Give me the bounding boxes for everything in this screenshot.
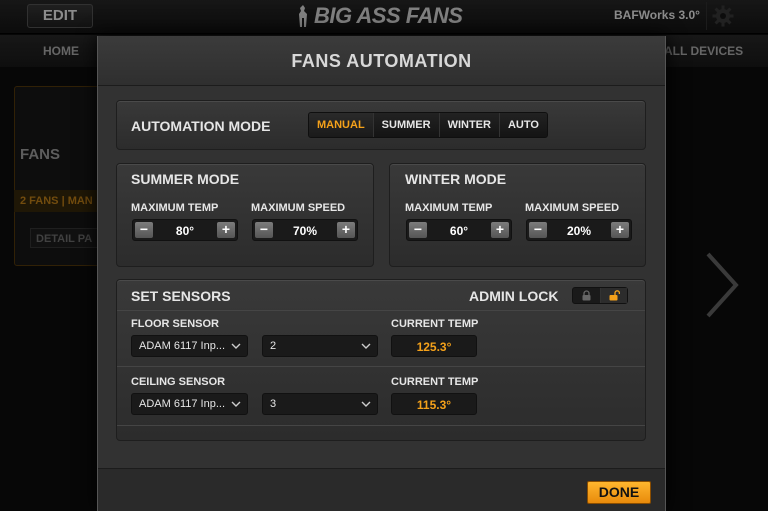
screen: EDIT BIG ASS FANS BAFWorks 3.0° HOME ALL… (0, 0, 768, 511)
winter-mode-title: WINTER MODE (405, 171, 507, 187)
winter-max-temp-decrement[interactable]: − (409, 222, 427, 238)
winter-max-speed-stepper: − 20% + (526, 219, 632, 241)
winter-max-temp-stepper: − 60° + (406, 219, 512, 241)
admin-lock-label: ADMIN LOCK (469, 288, 559, 304)
fans-automation-modal: FANS AUTOMATION AUTOMATION MODE MANUAL S… (97, 36, 666, 511)
chevron-down-icon (361, 343, 371, 349)
automation-mode-label: AUTOMATION MODE (131, 118, 271, 134)
winter-max-temp-label: MAXIMUM TEMP (405, 202, 493, 214)
ceiling-sensor-label: CEILING SENSOR (131, 376, 226, 388)
mode-option-summer[interactable]: SUMMER (373, 113, 440, 137)
winter-max-speed-value: 20% (566, 224, 592, 238)
summer-max-temp-decrement[interactable]: − (135, 222, 153, 238)
floor-sensor-channel-select[interactable]: 2 (262, 335, 378, 357)
winter-max-temp-value: 60° (449, 224, 469, 238)
unlock-icon (609, 290, 620, 301)
lock-icon (582, 290, 591, 301)
modal-title: FANS AUTOMATION (291, 51, 472, 71)
ceiling-sensor-device-value: ADAM 6117 Inp... (139, 398, 226, 410)
ceiling-current-temp-value: 115.3° (416, 398, 452, 412)
floor-sensor-device-select[interactable]: ADAM 6117 Inp... (131, 335, 248, 357)
ceiling-sensor-channel-select[interactable]: 3 (262, 393, 378, 415)
summer-max-speed-stepper: − 70% + (252, 219, 358, 241)
summer-max-speed-increment[interactable]: + (337, 222, 355, 238)
floor-current-temp-label: CURRENT TEMP (391, 318, 479, 330)
summer-max-temp-increment[interactable]: + (217, 222, 235, 238)
ceiling-current-temp-box: 115.3° (391, 393, 477, 415)
summer-max-speed-label: MAXIMUM SPEED (251, 202, 346, 214)
sensors-header-divider (117, 310, 645, 311)
floor-sensor-device-value: ADAM 6117 Inp... (139, 340, 226, 352)
summer-max-speed-decrement[interactable]: − (255, 222, 273, 238)
summer-max-temp-label: MAXIMUM TEMP (131, 202, 219, 214)
summer-mode-title: SUMMER MODE (131, 171, 240, 187)
sensor-row-divider (117, 366, 645, 367)
summer-max-temp-value: 80° (175, 224, 195, 238)
admin-lock-toggle[interactable] (572, 287, 628, 304)
lock-option-unlocked[interactable] (600, 288, 627, 303)
chevron-down-icon (361, 401, 371, 407)
ceiling-sensor-channel-value: 3 (270, 398, 277, 410)
lock-option-locked[interactable] (573, 288, 600, 303)
floor-sensor-label: FLOOR SENSOR (131, 318, 220, 330)
mode-option-manual[interactable]: MANUAL (309, 113, 374, 137)
chevron-down-icon (231, 401, 241, 407)
modal-footer: DONE (98, 468, 665, 511)
chevron-down-icon (231, 343, 241, 349)
mode-option-auto[interactable]: AUTO (499, 113, 547, 137)
winter-max-speed-increment[interactable]: + (611, 222, 629, 238)
ceiling-current-temp-label: CURRENT TEMP (391, 376, 479, 388)
modal-header: FANS AUTOMATION (98, 36, 665, 86)
winter-max-speed-decrement[interactable]: − (529, 222, 547, 238)
mode-option-winter[interactable]: WINTER (439, 113, 500, 137)
floor-sensor-channel-value: 2 (270, 340, 277, 352)
set-sensors-title: SET SENSORS (131, 288, 231, 304)
sensor-bottom-divider (117, 425, 645, 426)
ceiling-sensor-device-select[interactable]: ADAM 6117 Inp... (131, 393, 248, 415)
winter-max-speed-label: MAXIMUM SPEED (525, 202, 620, 214)
floor-current-temp-value: 125.3° (416, 340, 452, 354)
automation-mode-selector: MANUAL SUMMER WINTER AUTO (308, 112, 548, 138)
winter-max-temp-increment[interactable]: + (491, 222, 509, 238)
floor-current-temp-box: 125.3° (391, 335, 477, 357)
done-button[interactable]: DONE (587, 481, 651, 504)
summer-max-temp-stepper: − 80° + (132, 219, 238, 241)
summer-max-speed-value: 70% (292, 224, 318, 238)
